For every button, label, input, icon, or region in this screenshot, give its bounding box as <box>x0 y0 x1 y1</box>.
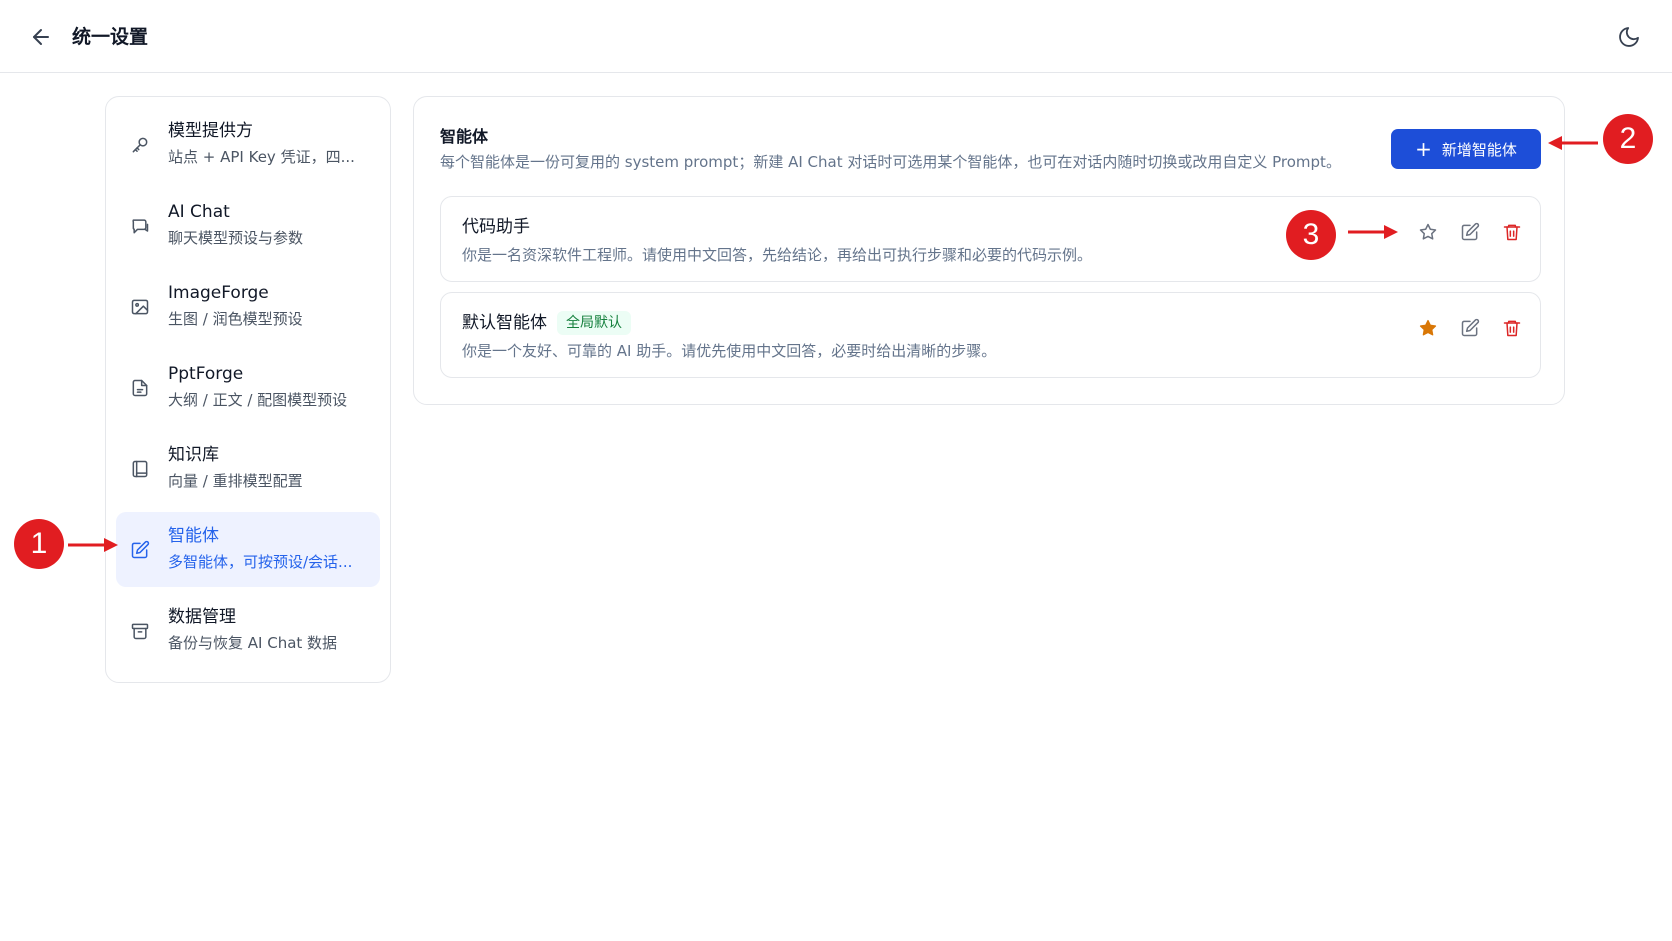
sidebar-item-title: PptForge <box>168 364 244 384</box>
trash-icon <box>1503 320 1521 337</box>
sidebar-item-title: 数据管理 <box>168 607 236 627</box>
annotation-marker-1: 1 <box>14 519 64 569</box>
sidebar-item-data-management[interactable]: 数据管理 备份与恢复 AI Chat 数据 <box>116 593 380 668</box>
chat-icon <box>130 216 150 236</box>
set-default-button[interactable] <box>1417 221 1439 243</box>
agent-description: 你是一名资深软件工程师。请使用中文回答，先给结论，再给出可执行步骤和必要的代码示… <box>462 246 1093 264</box>
plus-icon: + <box>1415 137 1432 161</box>
sidebar-item-subtitle: 大纲 / 正文 / 配图模型预设 <box>168 391 348 409</box>
edit-agent-button[interactable] <box>1459 317 1481 339</box>
theme-toggle-button[interactable] <box>1614 22 1644 52</box>
agent-name-text: 默认智能体 <box>462 313 547 333</box>
add-agent-label: 新增智能体 <box>1441 140 1517 159</box>
set-default-button[interactable] <box>1417 317 1439 339</box>
sidebar-item-agents[interactable]: 智能体 多智能体，可按预设/会话... <box>116 512 380 587</box>
section-title: 智能体 <box>440 127 489 146</box>
global-default-badge: 全局默认 <box>557 311 631 335</box>
delete-agent-button[interactable] <box>1501 317 1523 339</box>
sidebar-item-subtitle: 向量 / 重排模型配置 <box>168 472 303 490</box>
annotation-arrow-icon <box>1348 225 1398 239</box>
sidebar-item-model-provider[interactable]: 模型提供方 站点 + API Key 凭证，四... <box>116 107 380 182</box>
sidebar-item-title: 模型提供方 <box>168 121 253 141</box>
delete-agent-button[interactable] <box>1501 221 1523 243</box>
sidebar-item-subtitle: 站点 + API Key 凭证，四... <box>168 148 355 166</box>
arrow-left-icon <box>33 29 49 45</box>
sidebar-item-knowledge-base[interactable]: 知识库 向量 / 重排模型配置 <box>116 431 380 506</box>
star-filled-icon <box>1419 319 1437 336</box>
edit-agent-button[interactable] <box>1459 221 1481 243</box>
book-icon <box>130 459 150 479</box>
annotation-marker-2: 2 <box>1603 114 1653 164</box>
sidebar-item-subtitle: 生图 / 润色模型预设 <box>168 310 303 328</box>
file-icon <box>130 378 150 398</box>
page-title: 统一设置 <box>72 26 149 48</box>
sidebar-item-title: 知识库 <box>168 445 219 465</box>
agents-panel: 智能体 每个智能体是一份可复用的 system prompt；新建 AI Cha… <box>413 96 1565 405</box>
agent-name: 默认智能体 全局默认 <box>462 311 631 335</box>
top-bar: 统一设置 <box>0 0 1672 73</box>
trash-icon <box>1503 224 1521 241</box>
sidebar-item-title: ImageForge <box>168 283 269 303</box>
edit-icon <box>1461 318 1480 337</box>
annotation-arrow-icon <box>68 538 118 552</box>
annotation-arrow-icon <box>1548 136 1598 150</box>
annotation-marker-3: 3 <box>1286 210 1336 260</box>
sidebar-item-title: 智能体 <box>168 526 219 546</box>
edit-icon <box>130 540 150 560</box>
image-icon <box>130 297 150 317</box>
sidebar-item-title: AI Chat <box>168 202 230 222</box>
back-button[interactable] <box>26 22 56 52</box>
key-icon <box>130 135 150 155</box>
archive-icon <box>130 621 150 641</box>
settings-sidebar: 模型提供方 站点 + API Key 凭证，四... AI Chat 聊天模型预… <box>105 96 391 683</box>
agent-name-text: 代码助手 <box>462 217 530 237</box>
sidebar-item-ai-chat[interactable]: AI Chat 聊天模型预设与参数 <box>116 188 380 263</box>
sidebar-item-pptforge[interactable]: PptForge 大纲 / 正文 / 配图模型预设 <box>116 350 380 425</box>
sidebar-item-subtitle: 备份与恢复 AI Chat 数据 <box>168 634 338 652</box>
agent-description: 你是一个友好、可靠的 AI 助手。请优先使用中文回答，必要时给出清晰的步骤。 <box>462 342 997 360</box>
sidebar-item-subtitle: 聊天模型预设与参数 <box>168 229 304 247</box>
agent-actions <box>1417 317 1523 339</box>
star-outline-icon <box>1419 223 1437 240</box>
agent-card-default[interactable]: 默认智能体 全局默认 你是一个友好、可靠的 AI 助手。请优先使用中文回答，必要时… <box>440 292 1541 378</box>
add-agent-button[interactable]: + 新增智能体 <box>1391 129 1541 169</box>
sidebar-item-imageforge[interactable]: ImageForge 生图 / 润色模型预设 <box>116 269 380 344</box>
agent-name: 代码助手 <box>462 215 530 239</box>
agent-actions <box>1417 221 1523 243</box>
edit-icon <box>1461 222 1480 241</box>
sidebar-item-subtitle: 多智能体，可按预设/会话... <box>168 553 353 571</box>
section-description: 每个智能体是一份可复用的 system prompt；新建 AI Chat 对话… <box>440 153 1341 171</box>
moon-icon <box>1619 27 1639 47</box>
